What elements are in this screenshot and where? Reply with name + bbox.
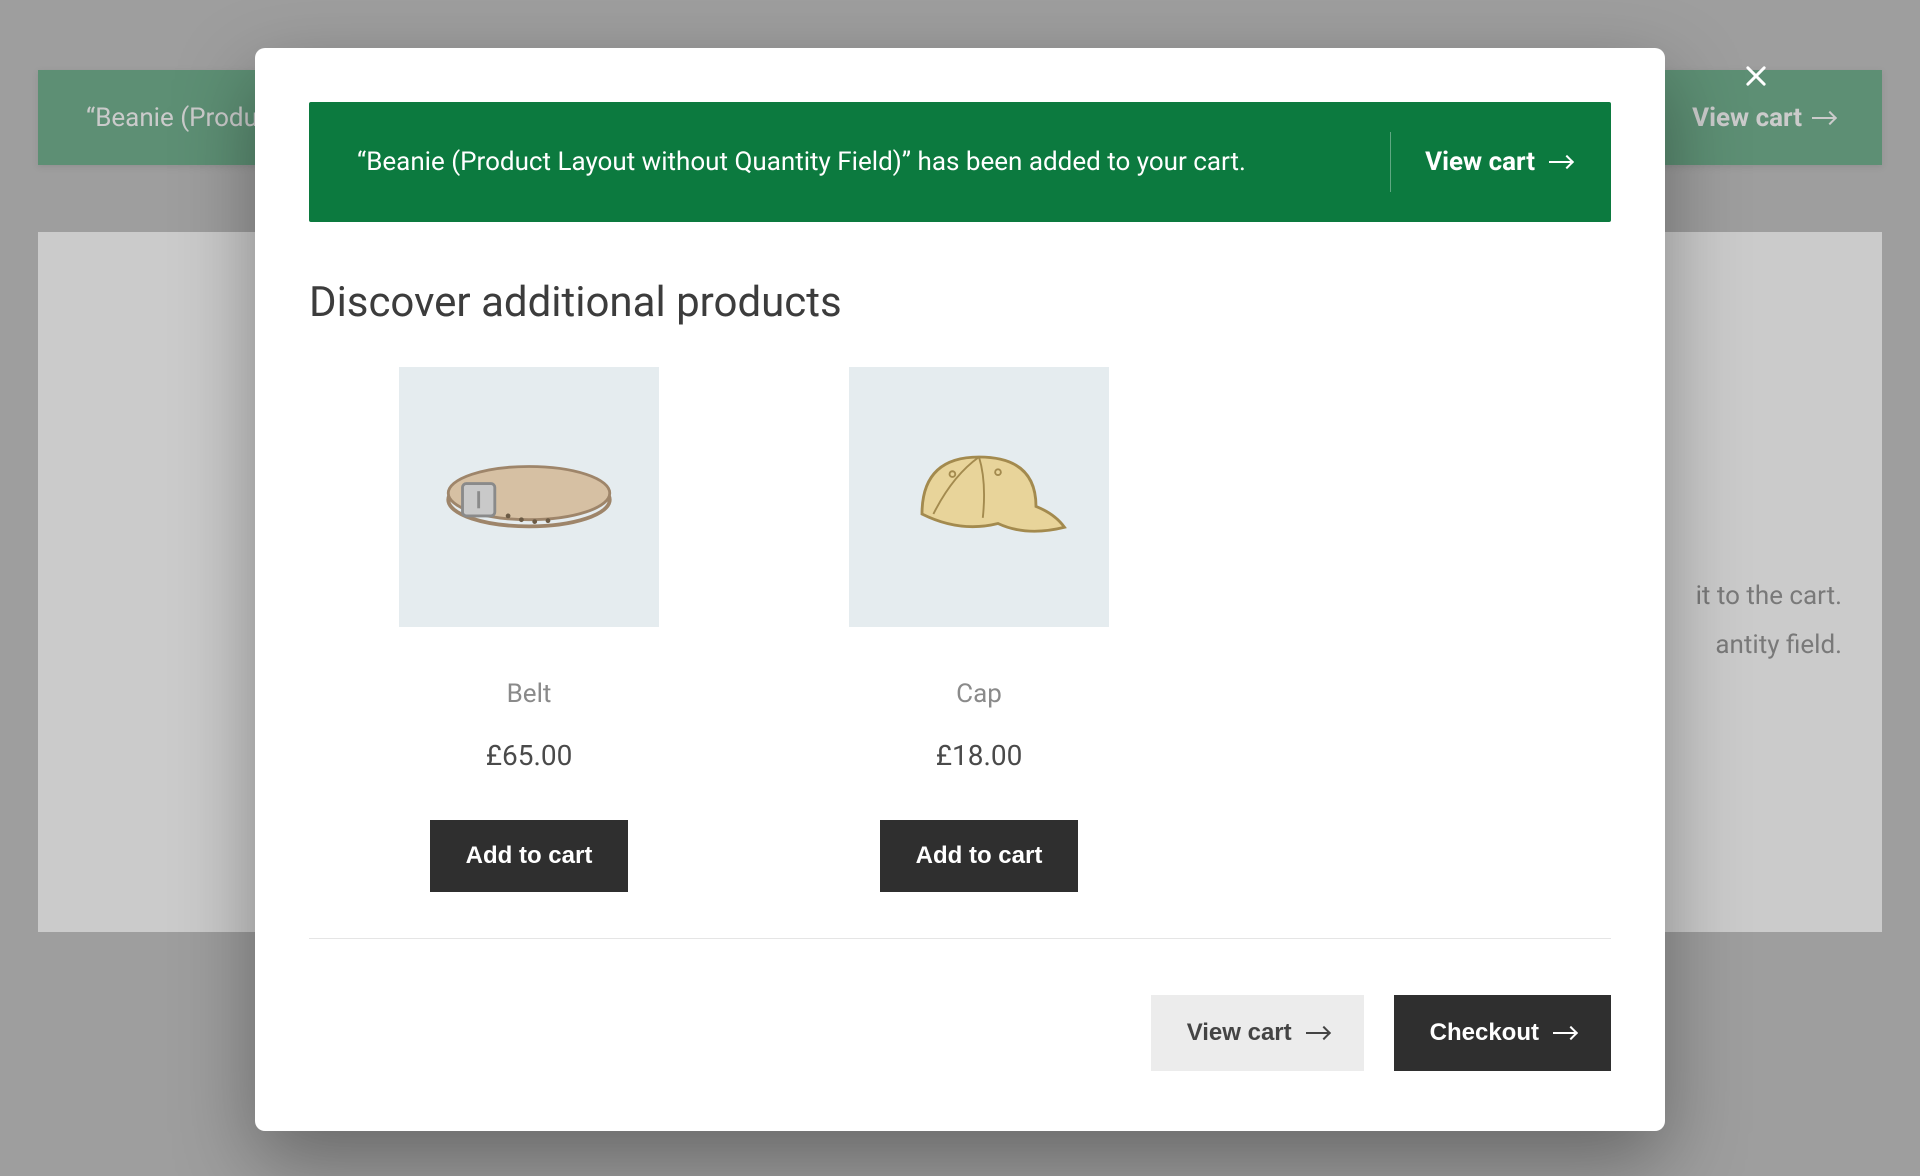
added-to-cart-modal: “Beanie (Product Layout without Quantity… <box>255 48 1665 1131</box>
section-title: Discover additional products <box>309 278 1611 327</box>
modal-notice: “Beanie (Product Layout without Quantity… <box>309 102 1611 222</box>
close-icon[interactable] <box>1742 60 1770 96</box>
belt-icon <box>434 435 624 559</box>
view-cart-link[interactable]: View cart <box>1390 132 1571 192</box>
arrow-right-icon <box>1553 1032 1575 1034</box>
modal-notice-text: “Beanie (Product Layout without Quantity… <box>357 147 1246 177</box>
product-price: £65.00 <box>486 739 573 772</box>
arrow-right-icon <box>1549 161 1571 163</box>
arrow-right-icon <box>1306 1032 1328 1034</box>
add-to-cart-button[interactable]: Add to cart <box>430 820 629 892</box>
add-to-cart-button[interactable]: Add to cart <box>880 820 1079 892</box>
cap-icon <box>884 435 1074 559</box>
checkout-button[interactable]: Checkout <box>1394 995 1611 1071</box>
product-card: Belt £65.00 Add to cart <box>399 367 659 892</box>
product-card: Cap £18.00 Add to cart <box>849 367 1109 892</box>
product-name: Cap <box>956 679 1002 709</box>
product-thumbnail[interactable] <box>399 367 659 627</box>
product-thumbnail[interactable] <box>849 367 1109 627</box>
product-list: Belt £65.00 Add to cart Cap £18.00 Add t <box>309 367 1611 939</box>
modal-footer: View cart Checkout <box>309 995 1611 1071</box>
product-name: Belt <box>507 679 552 709</box>
view-cart-button[interactable]: View cart <box>1151 995 1364 1071</box>
product-price: £18.00 <box>936 739 1023 772</box>
